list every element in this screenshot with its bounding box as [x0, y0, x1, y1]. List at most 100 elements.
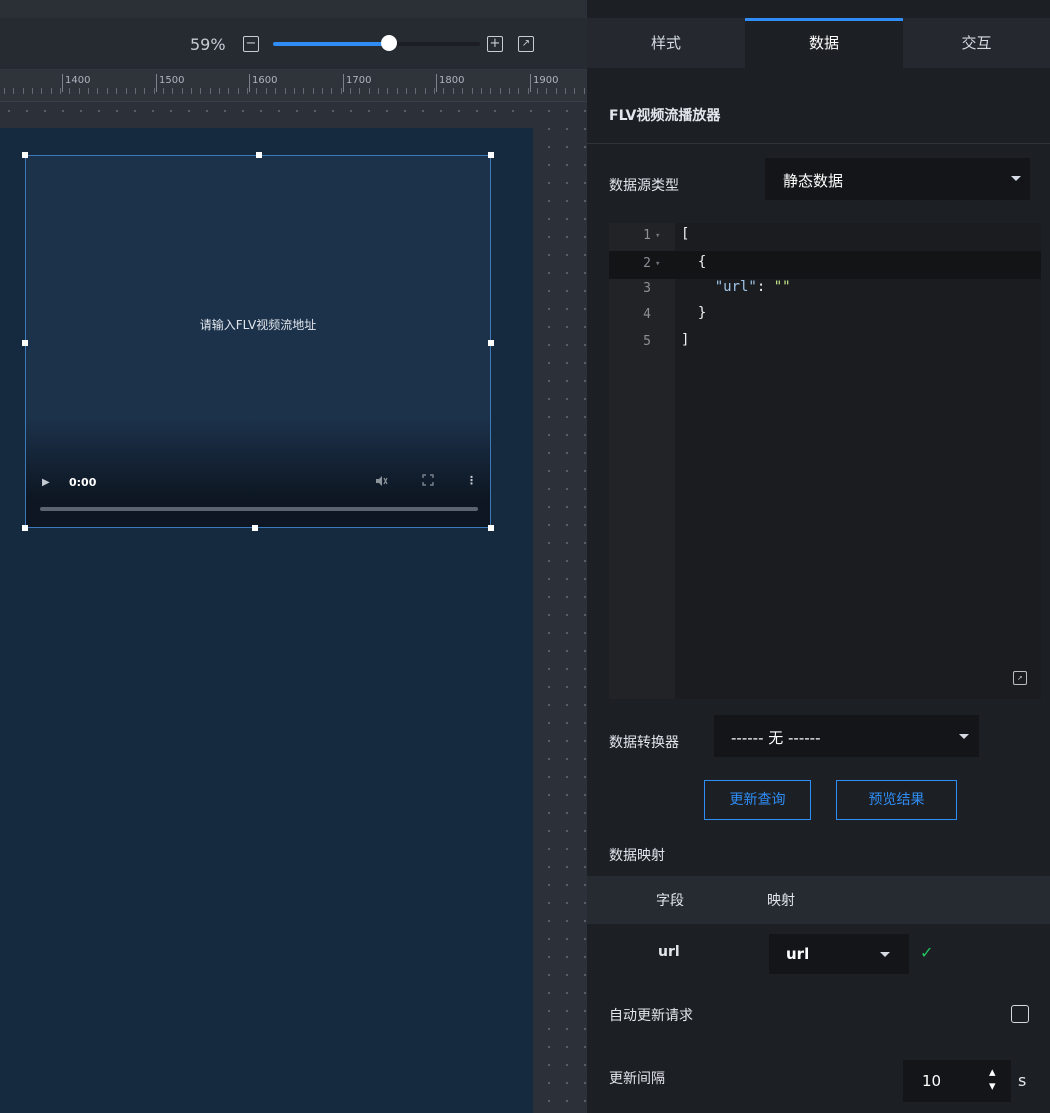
fold-arrow-icon[interactable]: ▾ — [655, 259, 660, 269]
mute-icon[interactable] — [374, 474, 388, 491]
ruler-minor-tick — [322, 88, 323, 94]
ruler-minor-tick — [415, 88, 416, 94]
fit-screen-icon[interactable]: ↗ — [518, 36, 534, 52]
fold-arrow-icon[interactable]: ▾ — [655, 231, 660, 241]
tab-style[interactable]: 样式 — [587, 18, 745, 68]
ruler-minor-tick — [126, 88, 127, 94]
update-query-button[interactable]: 更新查询 — [704, 780, 811, 820]
chevron-down-icon — [1011, 176, 1021, 181]
ruler-minor-tick — [32, 88, 33, 94]
ruler-minor-tick — [79, 88, 80, 94]
ruler-minor-tick — [434, 88, 435, 94]
source-type-select[interactable]: 静态数据 — [765, 158, 1030, 200]
ruler-minor-tick — [556, 88, 557, 94]
resize-handle-bottom-right[interactable] — [488, 525, 494, 531]
video-progress-bar[interactable] — [40, 507, 478, 511]
auto-update-label: 自动更新请求 — [609, 1008, 693, 1024]
ruler-minor-tick — [537, 88, 538, 94]
ruler-minor-tick — [107, 88, 108, 94]
interval-value: 10 — [922, 1072, 942, 1090]
ruler-label: 1900 — [533, 75, 559, 86]
ruler-minor-tick — [584, 88, 585, 94]
zoom-out-button[interactable]: − — [243, 36, 259, 52]
editor-active-line — [609, 251, 1041, 279]
ruler-minor-tick — [294, 88, 295, 94]
ruler-minor-tick — [453, 88, 454, 94]
mapping-select-value: url — [786, 945, 810, 963]
json-code-editor[interactable]: 1 ▾ [ 2 ▾ { 3 "url": "" 4 } 5 ] ↗ — [609, 223, 1041, 699]
resize-handle-top-right[interactable] — [488, 152, 494, 158]
ruler-minor-tick — [23, 88, 24, 94]
ruler-minor-tick — [518, 88, 519, 94]
ruler-major-tick — [343, 74, 344, 92]
resize-handle-bottom-left[interactable] — [22, 525, 28, 531]
fullscreen-icon[interactable] — [422, 474, 434, 489]
ruler-minor-tick — [228, 88, 229, 94]
ruler-minor-tick — [116, 88, 117, 94]
converter-value: ------ 无 ------ — [731, 729, 821, 747]
update-interval-input[interactable]: 10 ▴ ▾ — [903, 1060, 1011, 1102]
ruler-minor-tick — [462, 88, 463, 94]
tab-data[interactable]: 数据 — [745, 18, 903, 68]
data-mapping-label: 数据映射 — [609, 848, 665, 864]
section-divider — [587, 143, 1050, 144]
preview-result-button[interactable]: 预览结果 — [836, 780, 957, 820]
ruler-minor-tick — [256, 88, 257, 94]
ruler-minor-tick — [51, 88, 52, 94]
ruler-minor-tick — [425, 88, 426, 94]
resize-handle-right[interactable] — [488, 340, 494, 346]
ruler-minor-tick — [69, 88, 70, 94]
ruler-minor-tick — [443, 88, 444, 94]
stepper-icon[interactable]: ▴ ▾ — [989, 1066, 996, 1094]
code-line: [ — [681, 226, 690, 242]
ruler-minor-tick — [247, 88, 248, 94]
ruler-minor-tick — [490, 88, 491, 94]
ruler-minor-tick — [350, 88, 351, 94]
ruler-minor-tick — [378, 88, 379, 94]
ruler-label: 1700 — [346, 75, 372, 86]
ruler-minor-tick — [275, 88, 276, 94]
ruler-minor-tick — [182, 88, 183, 94]
mapping-header-map: 映射 — [767, 893, 795, 909]
video-placeholder-text: 请输入FLV视频流地址 — [199, 318, 317, 332]
ruler-minor-tick — [219, 88, 220, 94]
ruler-minor-tick — [266, 88, 267, 94]
ruler-minor-tick — [387, 88, 388, 94]
zoom-in-button[interactable]: + — [487, 36, 503, 52]
line-number: 5 — [643, 334, 651, 349]
ruler-minor-tick — [359, 88, 360, 94]
zoom-slider-thumb[interactable] — [381, 35, 397, 51]
ruler-minor-tick — [154, 88, 155, 94]
ruler-minor-tick — [238, 88, 239, 94]
ruler-minor-tick — [41, 88, 42, 94]
more-menu-icon[interactable]: ⋮ — [466, 474, 477, 487]
zoom-slider[interactable] — [273, 42, 480, 46]
resize-handle-top-left[interactable] — [22, 152, 28, 158]
interval-unit: s — [1018, 1071, 1027, 1090]
ruler-major-tick — [530, 74, 531, 92]
mapping-select[interactable]: url — [769, 934, 909, 974]
resize-handle-bottom[interactable] — [252, 525, 258, 531]
horizontal-ruler: 1400 1500 1600 1700 1800 1900 — [0, 70, 587, 102]
auto-update-checkbox[interactable] — [1011, 1005, 1029, 1023]
converter-select[interactable]: ------ 无 ------ — [714, 715, 979, 757]
ruler-minor-tick — [481, 88, 482, 94]
ruler-minor-tick — [500, 88, 501, 94]
zoom-percentage: 59% — [190, 35, 226, 54]
resize-handle-top[interactable] — [256, 152, 262, 158]
play-icon[interactable]: ▶ — [42, 477, 50, 488]
line-number: 3 — [643, 281, 651, 296]
resize-handle-left[interactable] — [22, 340, 28, 346]
ruler-minor-tick — [135, 88, 136, 94]
source-type-label: 数据源类型 — [609, 178, 679, 194]
ruler-label: 1600 — [252, 75, 278, 86]
expand-editor-icon[interactable]: ↗ — [1013, 671, 1027, 685]
tab-interaction[interactable]: 交互 — [903, 18, 1050, 68]
ruler-minor-tick — [406, 88, 407, 94]
flv-video-player[interactable]: 请输入FLV视频流地址 ▶ 0:00 ⋮ — [25, 155, 491, 528]
ruler-major-tick — [436, 74, 437, 92]
code-line: ] — [681, 332, 690, 348]
mapping-header-field: 字段 — [656, 893, 684, 909]
video-time: 0:00 — [69, 476, 97, 489]
check-icon: ✓ — [920, 943, 934, 962]
